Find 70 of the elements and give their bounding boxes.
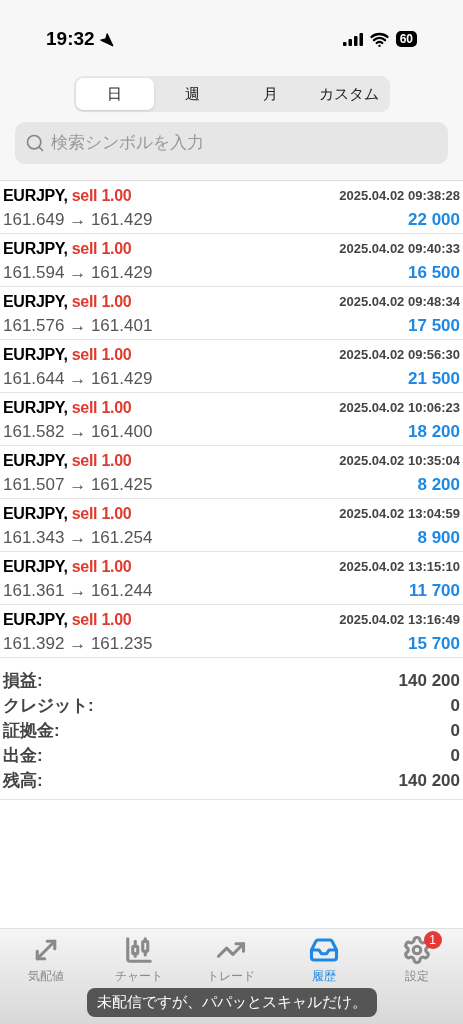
summary-value: 0	[450, 744, 460, 767]
trade-profit: 15 700	[408, 633, 460, 656]
trade-title: EURJPY, sell 1.00	[3, 451, 132, 471]
trade-row[interactable]: EURJPY, sell 1.00 2025.04.02 09:40:33 161.594 → 161.429 16 500	[0, 234, 463, 287]
battery-indicator: 60	[395, 31, 417, 47]
search-icon	[25, 133, 45, 153]
summary-value: 140 200	[398, 769, 460, 792]
period-tab[interactable]: 週	[153, 78, 232, 110]
trade-prices: 161.582 → 161.400	[3, 421, 153, 444]
period-tab[interactable]: 月	[231, 78, 310, 110]
trade-title: EURJPY, sell 1.00	[3, 557, 132, 577]
clock-time: 19:32	[46, 26, 95, 51]
trade-prices: 161.392 → 161.235	[3, 633, 153, 656]
trade-row[interactable]: EURJPY, sell 1.00 2025.04.02 09:48:34 161.576 → 161.401 17 500	[0, 287, 463, 340]
inbox-icon	[309, 935, 340, 965]
trade-title: EURJPY, sell 1.00	[3, 610, 132, 630]
summary-label: 損益:	[3, 669, 43, 692]
trade-title: EURJPY, sell 1.00	[3, 504, 132, 524]
trade-time: 2025.04.02 09:48:34	[339, 293, 460, 312]
video-caption: 未配信ですが、パパッとスキャルだけ。	[86, 988, 377, 1017]
trade-profit: 18 200	[408, 421, 460, 444]
trade-row[interactable]: EURJPY, sell 1.00 2025.04.02 13:16:49 161.392 → 161.235 15 700	[0, 605, 463, 658]
summary-label: クレジット:	[3, 694, 94, 717]
trade-time: 2025.04.02 13:15:10	[339, 558, 460, 577]
settings-icon	[401, 935, 432, 965]
trade-title: EURJPY, sell 1.00	[3, 292, 132, 312]
trade-prices: 161.507 → 161.425	[3, 474, 153, 497]
trade-prices: 161.576 → 161.401	[3, 315, 153, 338]
summary-label: 残高:	[3, 769, 43, 792]
period-tab[interactable]: カスタム	[309, 78, 388, 110]
trade-row[interactable]: EURJPY, sell 1.00 2025.04.02 13:15:10 161.361 → 161.244 11 700	[0, 552, 463, 605]
trade-time: 2025.04.02 09:40:33	[339, 240, 460, 259]
search-field[interactable]: 検索シンボルを入力	[15, 122, 448, 164]
trade-row[interactable]: EURJPY, sell 1.00 2025.04.02 10:35:04 161.507 → 161.425 8 200	[0, 446, 463, 499]
trade-prices: 161.644 → 161.429	[3, 368, 153, 391]
summary-value: 0	[450, 719, 460, 742]
trade-profit: 21 500	[408, 368, 460, 391]
summary-label: 出金:	[3, 744, 43, 767]
summary-value: 0	[450, 694, 460, 717]
trade-profit: 8 200	[417, 474, 460, 497]
trade-profit: 8 900	[417, 527, 460, 550]
summary-value: 140 200	[398, 669, 460, 692]
trade-prices: 161.649 → 161.429	[3, 209, 153, 232]
trade-time: 2025.04.02 10:35:04	[339, 452, 460, 471]
trade-row[interactable]: EURJPY, sell 1.00 2025.04.02 13:04:59 161.343 → 161.254 8 900	[0, 499, 463, 552]
trade-title: EURJPY, sell 1.00	[3, 345, 132, 365]
signal-icon	[342, 32, 363, 46]
trade-title: EURJPY, sell 1.00	[3, 239, 132, 259]
candlestick-icon	[123, 935, 154, 965]
trade-time: 2025.04.02 09:38:28	[339, 187, 460, 206]
trade-title: EURJPY, sell 1.00	[3, 398, 132, 418]
trade-prices: 161.361 → 161.244	[3, 580, 153, 603]
trade-profit: 22 000	[408, 209, 460, 232]
trade-profit: 11 700	[408, 580, 460, 603]
trade-row[interactable]: EURJPY, sell 1.00 2025.04.02 09:38:28 161.649 → 161.429 22 000	[0, 181, 463, 234]
trade-prices: 161.343 → 161.254	[3, 527, 153, 550]
trade-prices: 161.594 → 161.429	[3, 262, 153, 285]
trade-profit: 16 500	[408, 262, 460, 285]
trade-row[interactable]: EURJPY, sell 1.00 2025.04.02 09:56:30 161.644 → 161.429 21 500	[0, 340, 463, 393]
trade-time: 2025.04.02 13:04:59	[339, 505, 460, 524]
trade-time: 2025.04.02 13:16:49	[339, 611, 460, 630]
notification-badge: 1	[423, 931, 442, 949]
trade-title: EURJPY, sell 1.00	[3, 186, 132, 206]
trade-time: 2025.04.02 09:56:30	[339, 346, 460, 365]
trade-row[interactable]: EURJPY, sell 1.00 2025.04.02 10:06:23 161.582 → 161.400 18 200	[0, 393, 463, 446]
location-arrow-icon	[98, 31, 114, 47]
trade-time: 2025.04.02 10:06:23	[339, 399, 460, 418]
summary-label: 証拠金:	[3, 719, 60, 742]
period-tab[interactable]: 日	[75, 78, 154, 110]
trade-profit: 17 500	[408, 315, 460, 338]
